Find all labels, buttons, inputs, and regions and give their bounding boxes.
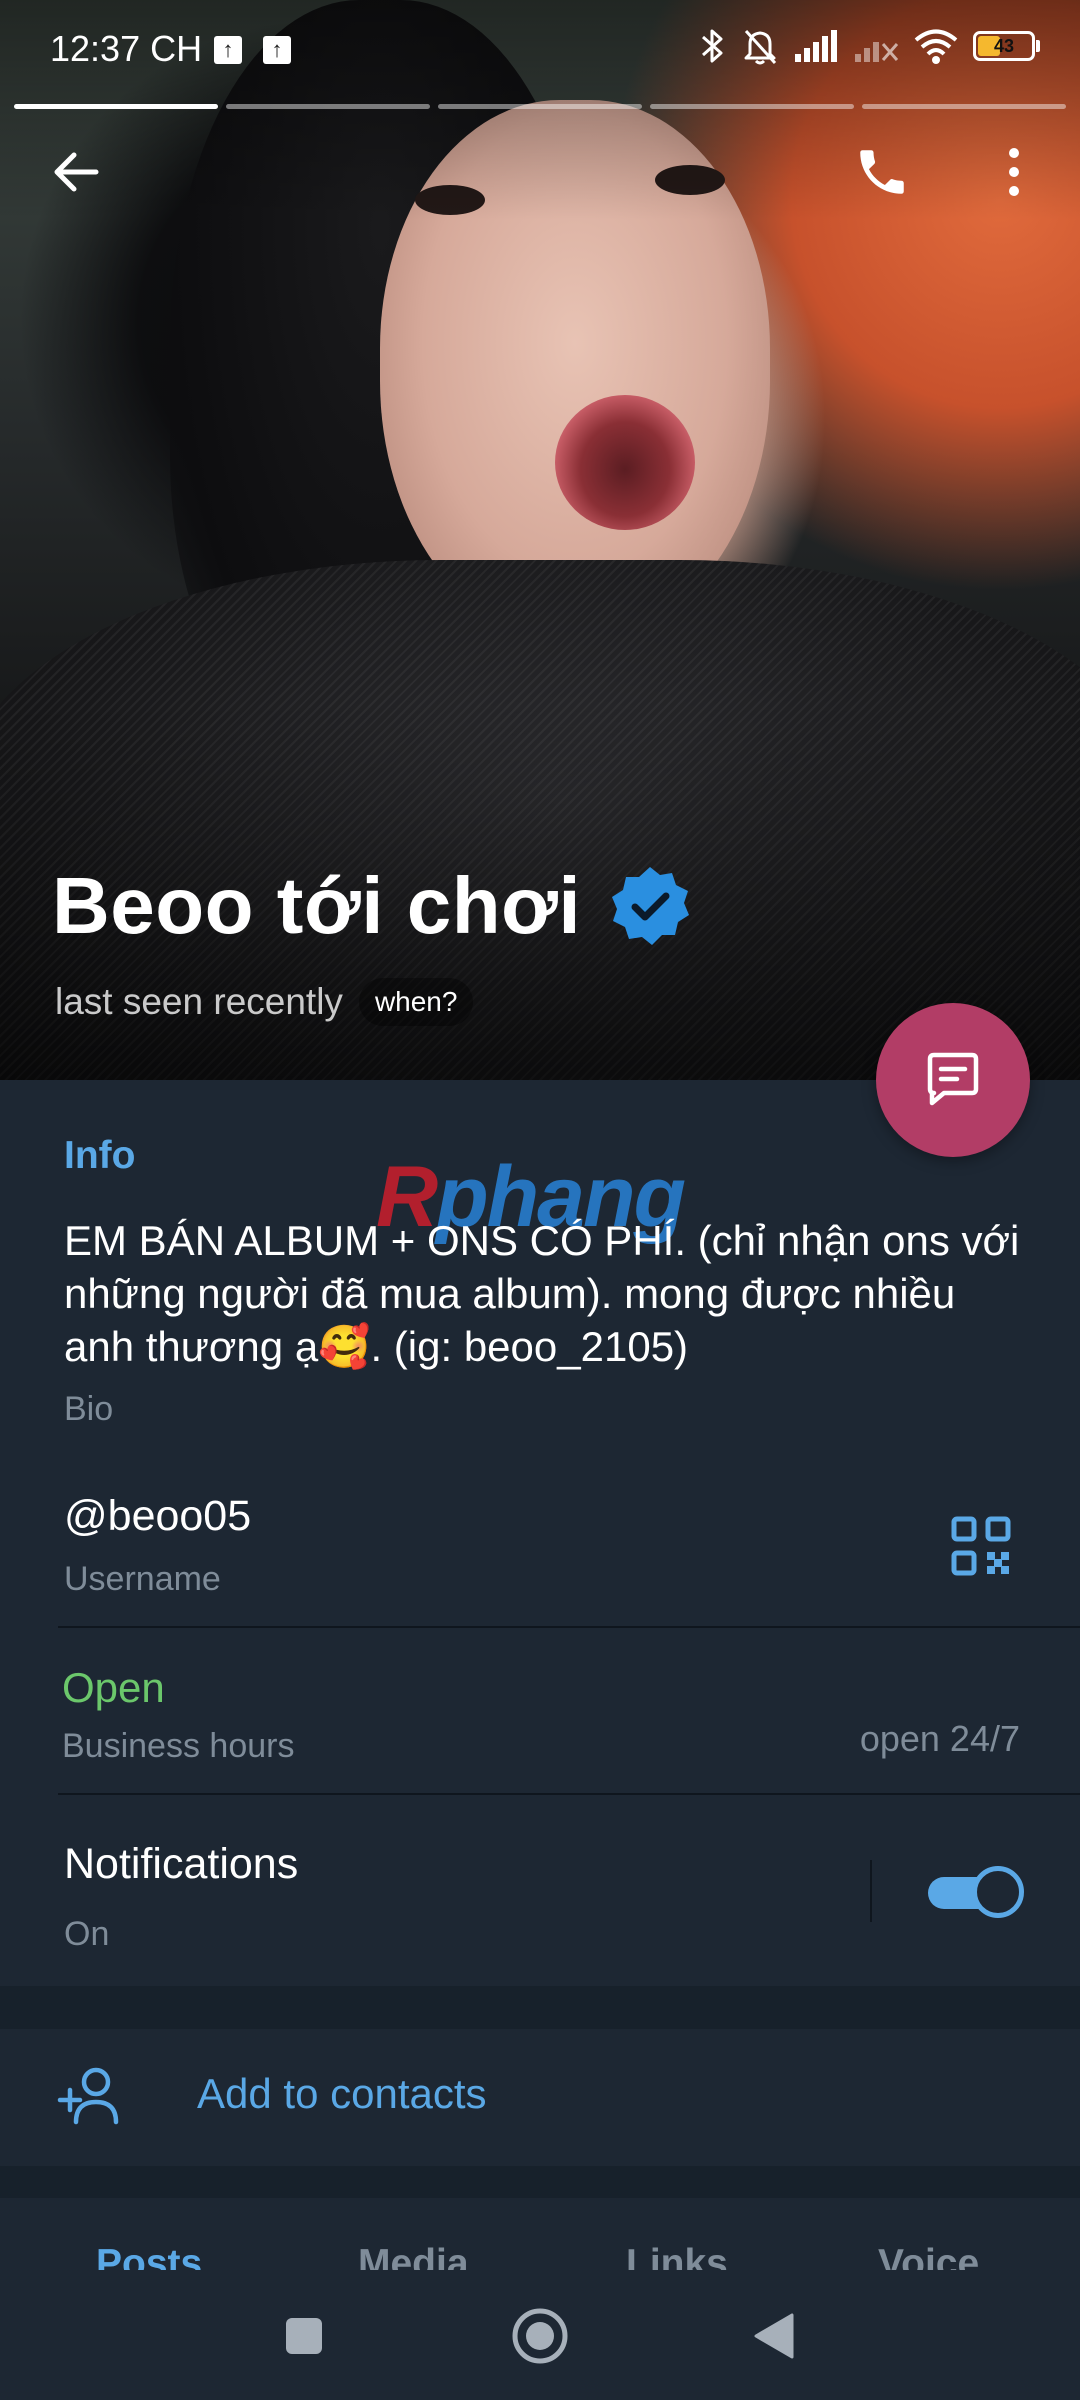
bio-label: Bio (64, 1390, 114, 1428)
arrow-left-icon (54, 152, 99, 192)
business-status[interactable]: Open (62, 1664, 165, 1712)
upload-notification-icon: ↑ (263, 36, 291, 64)
photo-progress-segment (226, 104, 430, 109)
notifications-separator (870, 1860, 872, 1922)
signal-no-service-icon (855, 42, 899, 62)
back-button[interactable] (36, 132, 116, 212)
qr-code-icon (951, 1516, 1011, 1576)
photo-mouth (555, 395, 695, 530)
tab-voice[interactable]: Voice (878, 2242, 979, 2270)
phone-icon (860, 150, 904, 194)
profile-screen: 12:37 CH ↑ ↑ 43 Beoo tới chơi last seen … (0, 0, 1080, 2400)
message-icon (927, 1052, 979, 1106)
business-hours-value: open 24/7 (859, 1718, 1020, 1759)
username-label: Username (64, 1560, 221, 1598)
profile-status-row: last seen recently when? (55, 978, 474, 1026)
photo-progress-segment (650, 104, 854, 109)
circle-icon (512, 2308, 568, 2364)
add-contact-label[interactable]: Add to contacts (197, 2070, 487, 2118)
profile-name: Beoo tới chơi (52, 861, 582, 950)
verified-badge-icon (612, 867, 690, 945)
status-time: 12:37 CH (50, 28, 203, 69)
business-hours-label: Business hours (62, 1727, 295, 1765)
last-seen-text: last seen recently (55, 981, 343, 1022)
battery-cap (1036, 40, 1040, 52)
system-nav-bar (0, 2270, 1080, 2400)
media-tabs: Posts Media Links Voice (0, 2198, 1080, 2270)
info-section-title: Info (64, 1134, 136, 1177)
message-fab[interactable] (876, 1003, 1030, 1157)
back-nav-button[interactable] (734, 2298, 814, 2374)
call-button[interactable] (842, 132, 922, 212)
recent-apps-button[interactable] (264, 2298, 344, 2374)
battery-indicator: 43 (973, 31, 1040, 61)
username-value[interactable]: @beoo05 (64, 1492, 251, 1541)
bio-text[interactable]: EM BÁN ALBUM + ONS CÓ PHÍ. (chỉ nhận ons… (64, 1214, 1024, 1373)
add-contact-row[interactable] (0, 2029, 1080, 2166)
status-bar: 12:37 CH ↑ ↑ 43 (0, 0, 1080, 100)
wifi-icon (914, 29, 958, 64)
notifications-toggle[interactable] (928, 1866, 1024, 1918)
photo-progress-segment (14, 104, 218, 109)
photo-progress-segment (862, 104, 1066, 109)
square-icon (286, 2318, 322, 2354)
add-person-icon (57, 2067, 119, 2125)
photo-progress-bar (14, 104, 1066, 110)
divider (58, 1793, 1080, 1795)
when-chip[interactable]: when? (358, 978, 474, 1026)
profile-name-row: Beoo tới chơi (52, 860, 691, 952)
tab-links[interactable]: Links (626, 2242, 728, 2270)
status-icons: 43 (699, 26, 1040, 66)
toggle-knob (972, 1866, 1024, 1918)
notifications-state: On (64, 1915, 110, 1953)
signal-strength-icon (795, 30, 837, 62)
tab-media[interactable]: Media (358, 2242, 469, 2270)
home-button[interactable] (500, 2298, 580, 2374)
triangle-back-icon (754, 2313, 794, 2359)
upload-notification-icon: ↑ (214, 36, 242, 64)
divider (58, 1626, 1080, 1628)
battery-level: 43 (993, 36, 1015, 56)
bell-muted-icon (744, 29, 777, 65)
qr-code-button[interactable] (950, 1515, 1012, 1577)
tab-posts[interactable]: Posts (96, 2242, 202, 2270)
more-vertical-icon (1009, 148, 1019, 196)
battery-body: 43 (973, 31, 1035, 61)
notifications-label[interactable]: Notifications (64, 1840, 298, 1889)
more-options-button[interactable] (974, 132, 1054, 212)
bluetooth-icon (702, 29, 723, 63)
photo-progress-segment (438, 104, 642, 109)
